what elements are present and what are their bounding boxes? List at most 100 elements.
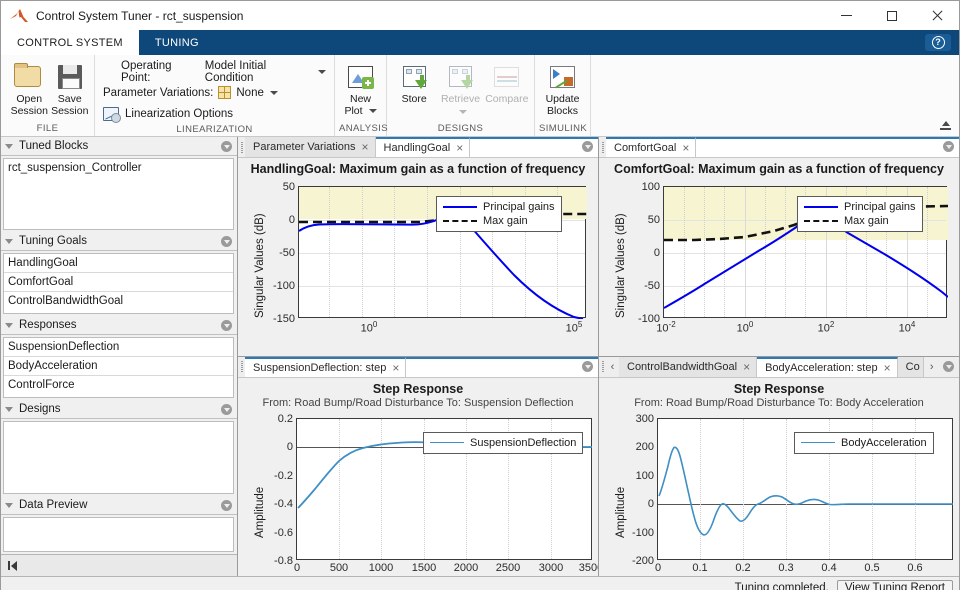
tab-scroll-left-button[interactable]: ‹ — [606, 357, 619, 377]
go-to-first-icon[interactable] — [8, 560, 17, 571]
chevron-down-icon[interactable] — [5, 143, 13, 149]
plot-subtitle: From: Road Bump/Road Disturbance To: Bod… — [634, 396, 924, 409]
y-tick-label: -200 — [631, 554, 654, 567]
tab-comfort-goal[interactable]: ComfortGoal × — [606, 137, 697, 157]
tab-suspension-deflection-step[interactable]: SuspensionDeflection: step × — [245, 356, 407, 377]
x-tick-label: 1000 — [368, 561, 394, 574]
pane-drag-handle[interactable] — [599, 357, 606, 377]
tab-handling-goal[interactable]: HandlingGoal × — [375, 137, 471, 157]
chevron-down-icon[interactable] — [368, 109, 377, 114]
list-item[interactable]: ControlBandwidthGoal — [4, 292, 233, 311]
tab-tuning[interactable]: TUNING — [139, 30, 215, 55]
chevron-down-icon[interactable] — [5, 406, 13, 412]
tab-truncated[interactable]: Co — [897, 356, 924, 377]
linearization-options-button[interactable]: Linearization Options — [103, 103, 326, 124]
tab-handling-goal-label: HandlingGoal — [383, 142, 451, 154]
legend-swatch-suspension-deflection — [430, 442, 464, 443]
pane-options-icon[interactable] — [582, 360, 593, 372]
section-options-icon[interactable] — [221, 404, 232, 415]
close-icon[interactable]: × — [362, 141, 369, 153]
help-button[interactable]: ? — [925, 34, 951, 51]
designs-list[interactable] — [3, 421, 234, 494]
section-options-icon[interactable] — [221, 236, 232, 247]
sidebar-section-tuning-goals[interactable]: Tuning Goals — [1, 232, 237, 251]
x-tick-label: 0.4 — [821, 561, 837, 574]
list-item[interactable]: ControlForce — [4, 376, 233, 395]
ribbon: Open Session Save Session FILE Operating… — [1, 55, 959, 137]
pane-options-icon[interactable] — [582, 141, 593, 152]
section-options-icon[interactable] — [221, 141, 232, 152]
responses-list[interactable]: SuspensionDeflection BodyAcceleration Co… — [3, 337, 234, 398]
parameter-variations-label: Parameter Variations: — [103, 86, 214, 99]
sidebar-section-data-preview[interactable]: Data Preview — [1, 496, 237, 515]
control-system-tuner-window: Control System Tuner - rct_suspension CO… — [0, 0, 960, 590]
y-tick-label: -0.8 — [274, 554, 293, 567]
close-icon[interactable]: × — [682, 142, 689, 154]
update-blocks-label-2: Blocks — [547, 105, 578, 117]
section-options-icon[interactable] — [221, 320, 232, 331]
store-button[interactable]: Store — [391, 58, 437, 105]
x-tick-label: 0.5 — [864, 561, 880, 574]
chevron-down-icon[interactable] — [459, 110, 468, 114]
parameter-variations-row[interactable]: Parameter Variations: None — [103, 82, 326, 103]
save-session-button[interactable]: Save Session — [50, 58, 91, 117]
section-options-icon[interactable] — [221, 500, 232, 511]
help-icon: ? — [931, 36, 945, 49]
tab-scroll-right-button[interactable]: › — [924, 357, 940, 377]
ribbon-group-designs-label: DESIGNS — [437, 123, 484, 134]
chevron-down-icon[interactable] — [318, 69, 326, 74]
tab-body-acceleration-step[interactable]: BodyAcceleration: step × — [757, 356, 898, 377]
collapse-ribbon-button[interactable] — [940, 121, 953, 133]
compare-icon — [492, 62, 522, 91]
view-tuning-report-button[interactable]: View Tuning Report — [836, 579, 953, 590]
chevron-down-icon[interactable] — [5, 322, 13, 328]
compare-button[interactable]: Compare — [484, 58, 530, 105]
operating-point-row[interactable]: Operating Point: Model Initial Condition — [103, 60, 326, 84]
compare-label: Compare — [485, 93, 529, 105]
retrieve-button[interactable]: Retrieve — [437, 58, 483, 117]
chevron-down-icon[interactable] — [5, 238, 13, 244]
pane-drag-handle[interactable] — [599, 137, 606, 157]
list-item[interactable]: ComfortGoal — [4, 273, 233, 292]
x-tick-label: 500 — [329, 561, 349, 574]
x-tick-label: 100 — [360, 320, 378, 335]
pane-options-icon[interactable] — [943, 360, 954, 372]
close-icon — [931, 10, 943, 22]
tab-parameter-variations[interactable]: Parameter Variations × — [245, 137, 376, 157]
update-blocks-button[interactable]: Update Blocks — [539, 58, 586, 117]
pane-drag-handle[interactable] — [238, 357, 245, 377]
tuned-blocks-list[interactable]: rct_suspension_Controller — [3, 158, 234, 230]
new-plot-button[interactable]: New Plot — [339, 58, 382, 117]
tuning-goals-list[interactable]: HandlingGoal ComfortGoal ControlBandwidt… — [3, 253, 234, 314]
x-tick-label: 10-2 — [656, 320, 676, 335]
list-item[interactable]: SuspensionDeflection — [4, 338, 233, 357]
y-tick-label: -150 — [272, 313, 295, 325]
pane-comfort-goal: ComfortGoal × ComfortGoal: Maximum gain … — [599, 137, 959, 357]
sidebar-section-responses[interactable]: Responses — [1, 316, 237, 335]
y-axis-label: Amplitude — [254, 486, 266, 538]
y-tick-label: -50 — [644, 280, 660, 292]
close-icon[interactable]: × — [743, 361, 750, 373]
tab-control-system[interactable]: CONTROL SYSTEM — [1, 30, 139, 55]
list-item[interactable]: HandlingGoal — [4, 254, 233, 273]
close-button[interactable] — [914, 1, 959, 30]
update-blocks-icon — [548, 62, 578, 91]
close-icon[interactable]: × — [884, 362, 891, 374]
close-icon[interactable]: × — [456, 142, 463, 154]
pane-drag-handle[interactable] — [238, 137, 245, 157]
tab-control-bandwidth-goal[interactable]: ControlBandwidthGoal × — [619, 356, 758, 377]
pane-options-icon[interactable] — [943, 141, 954, 152]
x-tick-label: 1500 — [411, 561, 437, 574]
minimize-button[interactable] — [824, 1, 869, 30]
chevron-down-icon[interactable] — [5, 502, 13, 508]
data-preview-list[interactable] — [3, 517, 234, 552]
y-tick-label: 300 — [635, 412, 654, 425]
sidebar-section-designs[interactable]: Designs — [1, 400, 237, 419]
list-item[interactable]: BodyAcceleration — [4, 357, 233, 376]
maximize-button[interactable] — [869, 1, 914, 30]
list-item[interactable]: rct_suspension_Controller — [4, 159, 233, 178]
close-icon[interactable]: × — [392, 362, 399, 374]
chevron-down-icon[interactable] — [269, 90, 278, 95]
open-session-button[interactable]: Open Session — [9, 58, 50, 117]
sidebar-section-tuned-blocks[interactable]: Tuned Blocks — [1, 137, 237, 156]
